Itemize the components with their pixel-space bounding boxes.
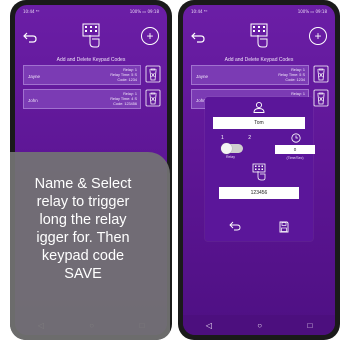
relay-time-input[interactable]: 0 (275, 145, 315, 154)
code-meta: Relay: 1 Relay Time: 4 S Code: 123456 (110, 92, 137, 107)
delete-icon[interactable] (145, 65, 161, 83)
code-meta: Relay: 1 Relay Time: 5 S Code: 1234 (110, 68, 137, 83)
delete-icon[interactable] (313, 65, 329, 83)
status-left: 10:44 ⁵ᴳ (191, 8, 208, 14)
code-name: Jayne (196, 74, 209, 79)
name-input[interactable]: Tom (213, 117, 305, 129)
save-icon[interactable] (279, 221, 289, 233)
tooltip-line: igger for. Then (36, 230, 130, 246)
nav-recent-icon[interactable]: □ (307, 321, 312, 330)
delete-icon[interactable] (145, 89, 161, 107)
code-value: Code: 1234 (117, 78, 137, 82)
toggle-knob (221, 143, 232, 154)
status-left: 10:44 ⁵ᴳ (23, 8, 40, 14)
back-icon[interactable] (229, 221, 241, 231)
status-bar: 10:44 ⁵ᴳ 100% ▭ 09:18 (15, 5, 167, 17)
clock-icon (291, 133, 301, 143)
page-title: Add and Delete Keypad Codes (224, 57, 294, 63)
relay-option-1: 1 (221, 135, 224, 141)
page-title: Add and Delete Keypad Codes (56, 57, 126, 63)
plus-icon: + (146, 29, 154, 43)
add-code-button[interactable]: + (141, 27, 159, 45)
code-name: Jayne (28, 74, 41, 79)
keypad-code-input[interactable]: 123456 (219, 187, 299, 199)
header: + (15, 21, 167, 57)
header: + (183, 21, 335, 57)
tooltip-line: SAVE (64, 266, 102, 282)
app-screen-edit: 10:44 ⁵ᴳ 100% ▭ 09:18 + Add and Delete K… (183, 5, 335, 335)
code-value: Code: 1234 (285, 78, 305, 82)
code-row[interactable]: Jayne Relay: 1 Relay Time: 5 S Code: 123… (23, 65, 141, 85)
code-row[interactable]: John Relay: 1 Relay Time: 4 S Code: 1234… (23, 89, 141, 109)
add-code-button[interactable]: + (309, 27, 327, 45)
back-icon[interactable] (23, 31, 37, 43)
relay-label: Relay (226, 155, 235, 159)
keypad-hand-icon (250, 23, 268, 48)
relay-options: 1 2 (221, 135, 251, 141)
plus-icon: + (314, 29, 322, 43)
tooltip-line: long the relay (39, 212, 127, 228)
code-meta: Relay: 1 Relay Time: 5 S Code: 1234 (278, 68, 305, 83)
tooltip-line: keypad code (41, 248, 125, 264)
tooltip-line: relay to trigger (36, 194, 130, 210)
keypad-hand-icon (252, 163, 266, 181)
relay-option-2: 2 (248, 135, 251, 141)
code-row[interactable]: Jayne Relay: 1 Relay Time: 5 S Code: 123… (191, 65, 309, 85)
code-name: John (28, 98, 38, 103)
code-value: Code: 123456 (113, 102, 137, 106)
nav-back-icon[interactable]: ◁ (206, 321, 212, 330)
nav-bar: ◁ ○ □ (183, 315, 335, 335)
user-icon (253, 101, 265, 113)
keypad-hand-icon (82, 23, 100, 48)
relay-toggle[interactable] (221, 143, 243, 154)
status-right: 100% ▭ 09:18 (129, 8, 159, 14)
tooltip-line: Name & Select (34, 176, 132, 192)
back-icon[interactable] (191, 31, 205, 43)
add-code-dialog: Tom 1 2 Relay 0 (Time/Sec) 123456 (205, 97, 315, 241)
status-right: 100% ▭ 09:18 (297, 8, 327, 14)
phone-left: 10:44 ⁵ᴳ 100% ▭ 09:18 + Add and Delete K… (10, 0, 172, 340)
status-bar: 10:44 ⁵ᴳ 100% ▭ 09:18 (183, 5, 335, 17)
phone-right: 10:44 ⁵ᴳ 100% ▭ 09:18 + Add and Delete K… (178, 0, 340, 340)
nav-home-icon[interactable]: ○ (257, 321, 262, 330)
delete-icon[interactable] (313, 89, 329, 107)
time-unit-label: (Time/Sec) (286, 156, 304, 160)
instruction-tooltip: Name & Select relay to trigger long the … (10, 152, 170, 340)
